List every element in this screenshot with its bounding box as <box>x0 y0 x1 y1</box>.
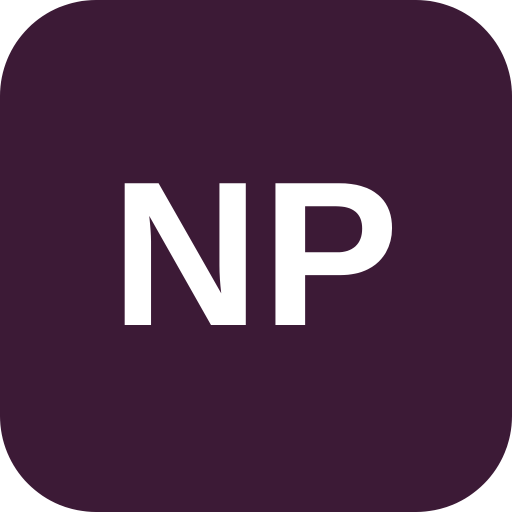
app-monogram: NP <box>110 139 402 369</box>
app-icon[interactable]: NP <box>0 0 512 512</box>
